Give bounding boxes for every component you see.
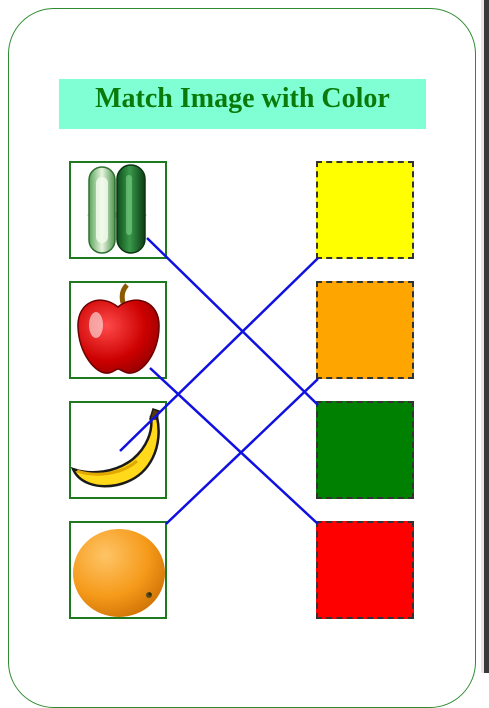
image-tile-banana[interactable] bbox=[69, 401, 167, 499]
page-title: Match Image with Color bbox=[59, 79, 426, 129]
apple-icon bbox=[77, 283, 160, 374]
banana-icon bbox=[71, 408, 160, 488]
orange-icon bbox=[73, 529, 165, 617]
color-box-green[interactable] bbox=[316, 401, 414, 499]
image-tile-apple[interactable] bbox=[69, 281, 167, 379]
color-box-red[interactable] bbox=[316, 521, 414, 619]
color-box-orange[interactable] bbox=[316, 281, 414, 379]
cucumber-icon bbox=[87, 164, 147, 254]
image-tile-cucumber[interactable] bbox=[69, 161, 167, 259]
window-edge bbox=[484, 0, 489, 673]
color-box-yellow[interactable] bbox=[316, 161, 414, 259]
image-tile-orange[interactable] bbox=[69, 521, 167, 619]
